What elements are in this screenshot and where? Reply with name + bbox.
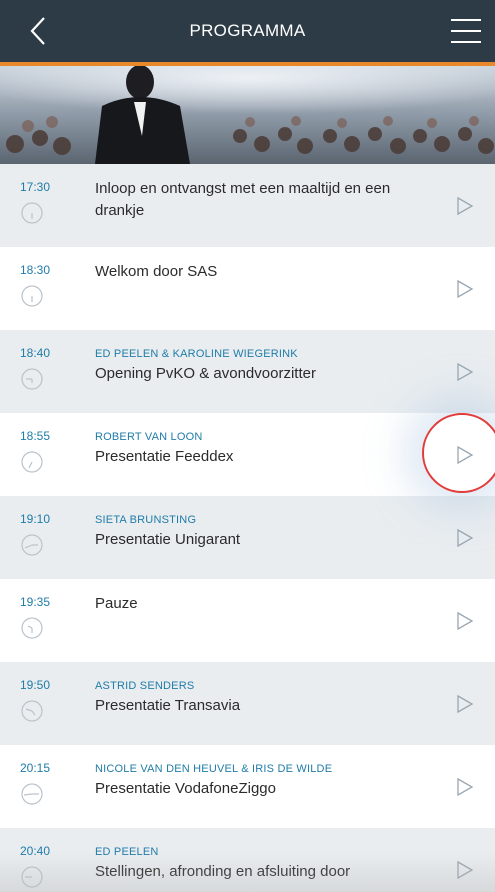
item-speaker: SIETA BRUNSTING: [95, 514, 197, 526]
item-title: Presentatie Transavia: [95, 697, 241, 714]
clock-icon: [21, 368, 43, 390]
item-title: Opening PvKO & avondvoorzitter: [95, 365, 316, 382]
item-title: Presentatie Unigarant: [95, 531, 241, 548]
list-item[interactable]: 20:15 NICOLE VAN DEN HEUVEL & IRIS DE WI…: [0, 745, 495, 828]
item-speaker: ED PEELEN & KAROLINE WIEGERINK: [95, 348, 298, 360]
list-item[interactable]: 18:55 ROBERT VAN LOON Presentatie Feedde…: [0, 413, 495, 496]
list-item[interactable]: 18:40 ED PEELEN & KAROLINE WIEGERINK Ope…: [0, 330, 495, 413]
item-title: Stellingen, afronding en afsluiting door: [95, 863, 351, 880]
list-item[interactable]: 18:30 Welkom door SAS: [0, 247, 495, 330]
hamburger-menu-icon[interactable]: [449, 14, 483, 48]
clock-icon: [21, 285, 43, 307]
top-bar: PROGRAMMA: [0, 0, 495, 62]
list-item[interactable]: 17:30 Inloop en ontvangst met een maalti…: [0, 164, 495, 247]
play-arrow-icon[interactable]: [455, 611, 475, 631]
item-time: 18:40: [20, 346, 51, 360]
play-arrow-icon[interactable]: [455, 445, 475, 465]
clock-icon: [21, 866, 43, 888]
play-arrow-icon[interactable]: [455, 279, 475, 299]
clock-icon: [21, 451, 43, 473]
list-item[interactable]: 19:10 SIETA BRUNSTING Presentatie Unigar…: [0, 496, 495, 579]
item-time: 20:40: [20, 844, 51, 858]
play-arrow-icon[interactable]: [455, 196, 475, 216]
item-time: 20:15: [20, 761, 51, 775]
item-time: 17:30: [20, 180, 51, 194]
item-speaker: ED PEELEN: [95, 846, 159, 858]
play-arrow-icon[interactable]: [455, 694, 475, 714]
list-item[interactable]: 19:35 Pauze: [0, 579, 495, 662]
play-arrow-icon[interactable]: [455, 860, 475, 880]
item-title: Welkom door SAS: [95, 263, 218, 280]
clock-icon: [21, 617, 43, 639]
item-title: Presentatie VodafoneZiggo: [95, 780, 276, 797]
item-speaker: NICOLE VAN DEN HEUVEL & IRIS DE WILDE: [95, 763, 333, 775]
clock-icon: [21, 700, 43, 722]
play-arrow-icon[interactable]: [455, 362, 475, 382]
page-title: PROGRAMMA: [189, 21, 306, 40]
item-title: Inloop en ontvangst met een maaltijd en …: [95, 180, 391, 219]
item-speaker: ROBERT VAN LOON: [95, 431, 203, 443]
play-arrow-icon[interactable]: [455, 528, 475, 548]
hero-conference-image: [0, 66, 495, 164]
play-arrow-icon[interactable]: [455, 777, 475, 797]
item-time: 19:50: [20, 678, 51, 692]
clock-icon: [21, 534, 43, 556]
clock-icon: [21, 202, 43, 224]
program-list: 17:30 Inloop en ontvangst met een maalti…: [0, 164, 495, 892]
item-speaker: ASTRID SENDERS: [95, 680, 195, 692]
item-time: 18:30: [20, 263, 51, 277]
clock-icon: [21, 783, 43, 805]
list-item[interactable]: 20:40 ED PEELEN Stellingen, afronding en…: [0, 828, 495, 892]
item-title: Presentatie Feeddex: [95, 448, 234, 465]
item-title: Pauze: [95, 595, 138, 612]
item-time: 18:55: [20, 429, 51, 443]
item-time: 19:10: [20, 512, 51, 526]
item-time: 19:35: [20, 595, 51, 609]
app: PROGRAMMA 17:30 Inloop en ontvangst met …: [0, 0, 495, 892]
list-item[interactable]: 19:50 ASTRID SENDERS Presentatie Transav…: [0, 662, 495, 745]
